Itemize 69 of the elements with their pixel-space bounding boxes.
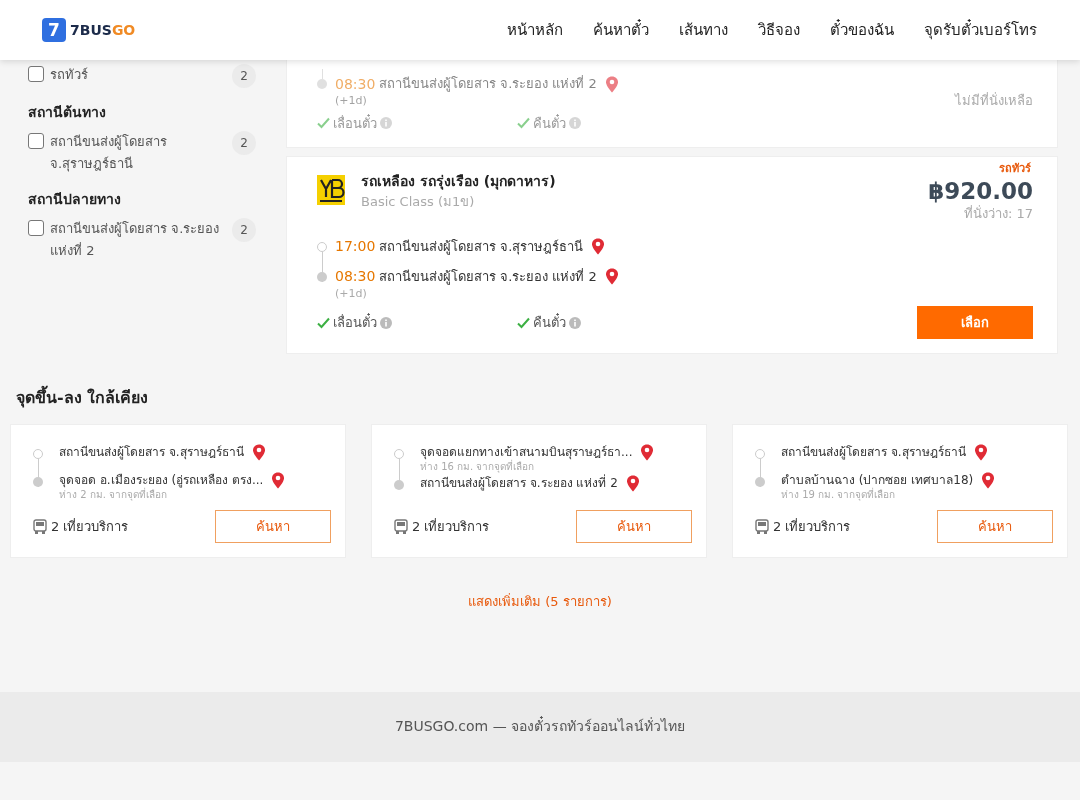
- map-pin-icon: [625, 474, 640, 492]
- info-icon: [380, 316, 392, 329]
- checkbox[interactable]: [28, 220, 44, 236]
- operator-name: รถเหลือง รถรุ่งเรือง (มุกดาหาร): [361, 172, 556, 192]
- distance-note: ห่าง 2 กม. จากจุดที่เลือก: [59, 487, 169, 503]
- distance-note: ห่าง 19 กม. จากจุดที่เลือก: [781, 487, 897, 503]
- map-pin-icon: [251, 443, 266, 461]
- ticket-price: ฿920.00: [928, 179, 1033, 205]
- stop-name: จุดจอด อ.เมืองระยอง (อู่รถเหลือง ตรง...: [59, 472, 264, 488]
- stop-name: สถานีขนส่งผู้โดยสาร จ.ระยอง แห่งที่ 2: [420, 474, 618, 493]
- filter-heading: สถานีปลายทาง: [28, 190, 122, 209]
- feature-label: คืนตั๋ว: [533, 313, 566, 333]
- bus-icon: [755, 518, 769, 535]
- filter-label: สถานีขนส่งผู้โดยสาร จ.ระยอง แห่งที่ 2: [50, 220, 221, 260]
- feature-label: เลื่อนตั๋ว: [333, 113, 377, 133]
- feature-label: คืนตั๋ว: [533, 113, 566, 133]
- operator-logo: [317, 175, 345, 205]
- trip-count: 2 เที่ยวบริการ: [773, 517, 851, 537]
- next-day-note: (+1d): [335, 285, 368, 302]
- distance-note: ห่าง 16 กม. จากจุดที่เลือก: [420, 459, 535, 475]
- checkbox[interactable]: [28, 133, 44, 149]
- brand-name[interactable]: 7BUSGO: [70, 19, 136, 41]
- status-text: ไม่มีที่นั่งเหลือ: [955, 91, 1033, 111]
- search-button[interactable]: ค้นหา: [937, 510, 1053, 544]
- bus-icon: [394, 518, 408, 535]
- logo-icon[interactable]: 7: [42, 18, 66, 42]
- map-pin-icon: [640, 443, 655, 461]
- nav-link[interactable]: ค้นหาตั๋ว: [578, 18, 664, 42]
- bus-icon: [33, 518, 47, 535]
- nav-link[interactable]: เส้นทาง: [664, 18, 743, 42]
- section-heading: จุดขึ้น-ลง ใกล้เคียง: [16, 386, 1080, 411]
- footer-text: 7BUSGO.com — จองตั๋วรถทัวร์ออนไลน์ทั่วไทย: [394, 716, 686, 737]
- stop-name: สถานีขนส่งผู้โดยสาร จ.สุราษฎร์ธานี: [59, 444, 244, 462]
- trip-count: 2 เที่ยวบริการ: [412, 517, 490, 537]
- station-name: สถานีขนส่งผู้โดยสาร จ.ระยอง แห่งที่ 2: [379, 74, 597, 94]
- checkbox[interactable]: [28, 66, 44, 82]
- filter-label: รถทัวร์: [50, 66, 89, 84]
- map-pin-icon: [604, 75, 619, 93]
- info-icon: [569, 316, 581, 329]
- stop-name: จุดจอดแยกทางเข้าสนามบินสุราษฎร์ธา...: [420, 444, 633, 461]
- stop-name: สถานีขนส่งผู้โดยสาร จ.สุราษฎร์ธานี: [781, 444, 966, 462]
- bus-class: Basic Class (ม1ข): [361, 193, 476, 211]
- station-name: สถานีขนส่งผู้โดยสาร จ.ระยอง แห่งที่ 2: [379, 267, 597, 287]
- map-pin-icon: [591, 238, 606, 256]
- station-name: สถานีขนส่งผู้โดยสาร จ.สุราษฎร์ธานี: [379, 238, 584, 257]
- seats-available: ที่นั่งว่าง: 17: [962, 204, 1033, 224]
- stop-name: ตำบลบ้านฉาง (ปากซอย เทศบาล18): [781, 472, 974, 488]
- nav-link[interactable]: หน้าหลัก: [492, 18, 578, 42]
- feature-label: เลื่อนตั๋ว: [333, 313, 377, 333]
- next-day-note: (+1d): [335, 93, 368, 109]
- map-pin-icon: [604, 268, 619, 286]
- map-pin-icon: [973, 443, 988, 461]
- map-pin-icon: [981, 471, 996, 489]
- search-button[interactable]: ค้นหา: [576, 510, 692, 544]
- nav-link[interactable]: ตั๋วของฉัน: [815, 18, 909, 42]
- count-badge: 2: [232, 218, 256, 242]
- bus-type-tag: รถทัวร์: [999, 161, 1031, 178]
- map-pin-icon: [271, 471, 286, 489]
- trip-count: 2 เที่ยวบริการ: [51, 517, 129, 537]
- search-button[interactable]: ค้นหา: [215, 510, 331, 544]
- count-badge: 2: [232, 64, 256, 88]
- filter-label: สถานีขนส่งผู้โดยสาร จ.สุราษฎร์ธานี: [50, 133, 168, 174]
- nav-link[interactable]: จุดรับตั๋วเบอร์โทร: [909, 18, 1052, 42]
- filter-heading: สถานีต้นทาง: [28, 103, 107, 122]
- info-icon: [569, 117, 581, 130]
- nav-link[interactable]: วิธีจอง: [743, 18, 815, 42]
- timeline-dot: [317, 79, 327, 89]
- count-badge: 2: [232, 131, 256, 155]
- info-icon: [380, 117, 392, 130]
